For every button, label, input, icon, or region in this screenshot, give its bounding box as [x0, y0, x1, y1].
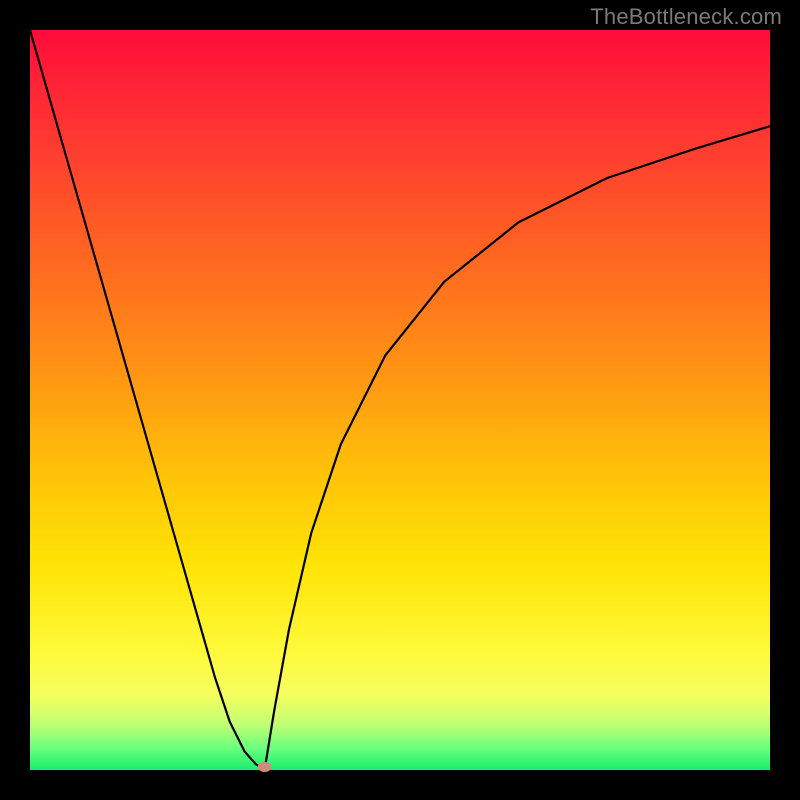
plot-area	[30, 30, 770, 770]
curve-right-branch	[265, 126, 770, 770]
curve-left-branch	[30, 30, 265, 770]
watermark-text: TheBottleneck.com	[590, 4, 782, 30]
bottleneck-curve	[30, 30, 770, 770]
vertex-marker	[258, 762, 272, 772]
chart-frame: TheBottleneck.com	[0, 0, 800, 800]
